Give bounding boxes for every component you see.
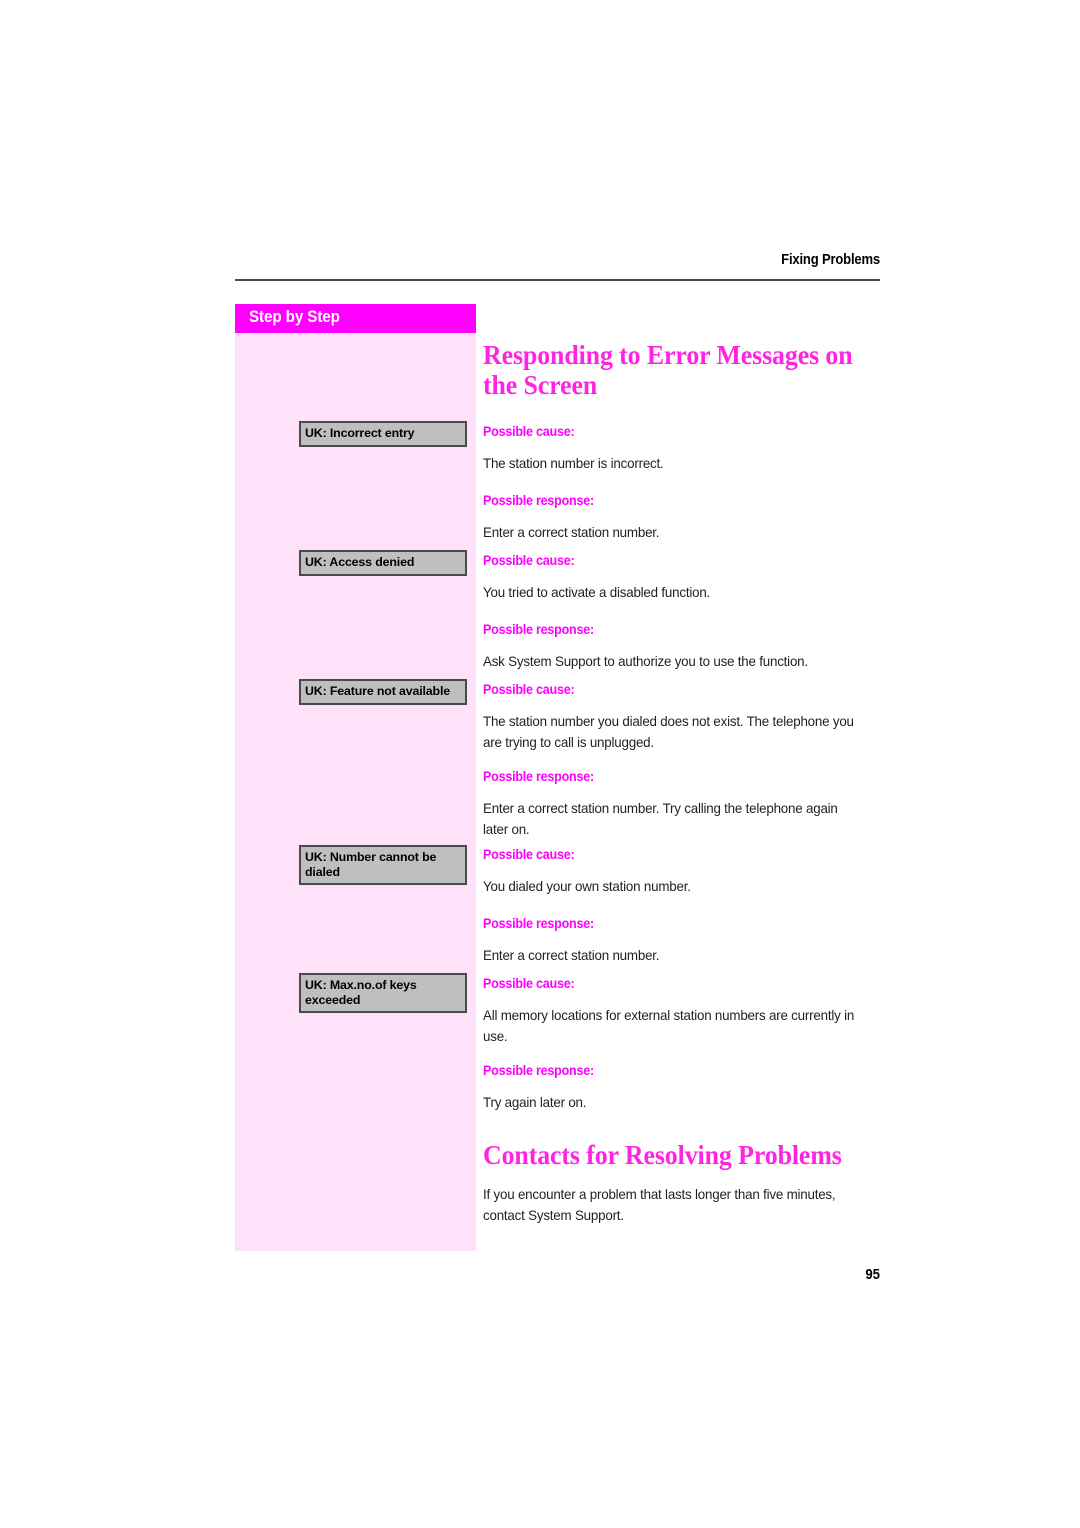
possible-cause-label: Possible cause: bbox=[483, 847, 575, 862]
possible-response-label: Possible response: bbox=[483, 493, 594, 508]
possible-response-text: Enter a correct station number. Try call… bbox=[483, 800, 838, 837]
step-by-step-label: Step by Step bbox=[249, 308, 340, 326]
display-message-box: UK: Access denied bbox=[299, 550, 467, 576]
section-body-text: If you encounter a problem that lasts lo… bbox=[483, 1186, 836, 1223]
possible-response-text: Enter a correct station number. bbox=[483, 947, 660, 963]
display-message-box: UK: Feature not available bbox=[299, 679, 467, 705]
possible-cause-text: You tried to activate a disabled functio… bbox=[483, 584, 711, 600]
section-title: Contacts for Resolving Problems bbox=[483, 1139, 842, 1170]
header-rule bbox=[235, 279, 880, 281]
possible-response-label: Possible response: bbox=[483, 769, 594, 784]
running-header: Fixing Problems bbox=[781, 252, 880, 268]
display-message-box: UK: Number cannot be dialed bbox=[299, 845, 467, 885]
possible-response-text: Enter a correct station number. bbox=[483, 524, 660, 540]
possible-cause-label: Possible cause: bbox=[483, 682, 575, 697]
possible-cause-text: All memory locations for external statio… bbox=[483, 1007, 855, 1044]
display-message-box: UK: Max.no.of keys exceeded bbox=[299, 973, 467, 1013]
possible-cause-label: Possible cause: bbox=[483, 553, 575, 568]
display-message-box: UK: Incorrect entry bbox=[299, 421, 467, 447]
possible-response-text: Ask System Support to authorize you to u… bbox=[483, 653, 808, 669]
document-page: Fixing Problems Step by Step UK: Incorre… bbox=[0, 0, 1080, 1528]
possible-cause-text: You dialed your own station number. bbox=[483, 878, 691, 894]
possible-response-label: Possible response: bbox=[483, 1063, 594, 1078]
possible-response-label: Possible response: bbox=[483, 622, 594, 637]
possible-cause-label: Possible cause: bbox=[483, 976, 575, 991]
possible-cause-label: Possible cause: bbox=[483, 424, 575, 439]
possible-cause-text: The station number you dialed does not e… bbox=[483, 713, 854, 750]
page-number: 95 bbox=[865, 1266, 880, 1283]
chapter-title: Responding to Error Messages on the Scre… bbox=[483, 339, 853, 400]
possible-response-text: Try again later on. bbox=[483, 1094, 587, 1110]
possible-cause-text: The station number is incorrect. bbox=[483, 455, 664, 471]
possible-response-label: Possible response: bbox=[483, 916, 594, 931]
